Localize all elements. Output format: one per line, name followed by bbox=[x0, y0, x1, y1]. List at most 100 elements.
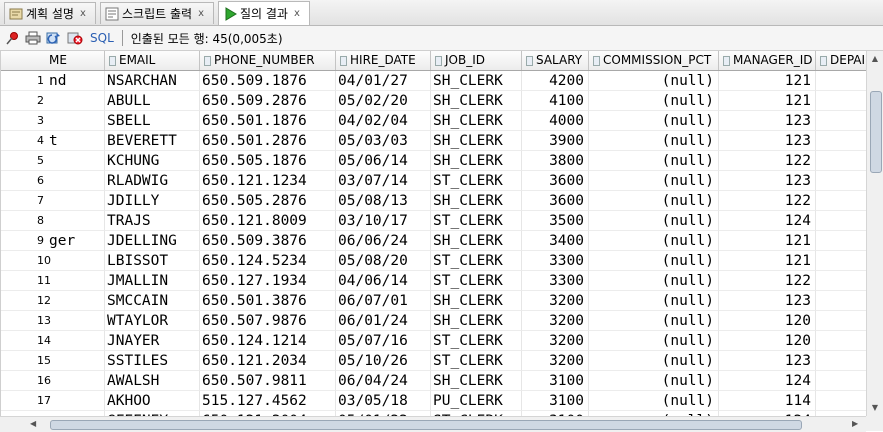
row-number-cell[interactable]: 16 bbox=[1, 371, 105, 391]
table-row[interactable]: 2 ABULL 650.509.2876 05/02/20 SH_CLERK 4100 (n… bbox=[1, 91, 867, 111]
cell-department-id[interactable] bbox=[816, 371, 867, 391]
cell-email[interactable]: ABULL bbox=[105, 91, 200, 111]
cell-salary[interactable]: 3200 bbox=[522, 351, 589, 371]
row-number-cell[interactable]: 11 bbox=[1, 271, 105, 291]
cell-phone-number[interactable]: 650.507.9876 bbox=[200, 311, 336, 331]
cell-department-id[interactable] bbox=[816, 231, 867, 251]
cell-salary[interactable]: 3300 bbox=[522, 271, 589, 291]
close-icon[interactable]: x bbox=[294, 8, 300, 19]
cell-phone-number[interactable]: 650.121.8009 bbox=[200, 211, 336, 231]
cell-salary[interactable]: 3200 bbox=[522, 291, 589, 311]
table-row[interactable]: 15 SSTILES 650.121.2034 05/10/26 ST_CLERK 320… bbox=[1, 351, 867, 371]
row-number-cell[interactable]: 6 bbox=[1, 171, 105, 191]
cell-commission-pct[interactable]: (null) bbox=[589, 151, 719, 171]
cancel-query-icon[interactable] bbox=[66, 29, 84, 47]
cell-salary[interactable]: 3600 bbox=[522, 171, 589, 191]
cell-job-id[interactable]: SH_CLERK bbox=[431, 111, 522, 131]
cell-email[interactable]: SMCCAIN bbox=[105, 291, 200, 311]
cell-phone-number[interactable]: 650.505.1876 bbox=[200, 151, 336, 171]
cell-department-id[interactable] bbox=[816, 71, 867, 91]
cell-job-id[interactable]: SH_CLERK bbox=[431, 311, 522, 331]
cell-job-id[interactable]: SH_CLERK bbox=[431, 131, 522, 151]
table-row[interactable]: ger 9 JDELLING 650.509.3876 06/06/24 SH_CLERK… bbox=[1, 231, 867, 251]
cell-email[interactable]: RLADWIG bbox=[105, 171, 200, 191]
cell-department-id[interactable] bbox=[816, 91, 867, 111]
column-header[interactable]: EMAIL bbox=[105, 51, 200, 70]
cell-commission-pct[interactable]: (null) bbox=[589, 331, 719, 351]
cell-hire-date[interactable]: 04/01/27 bbox=[336, 71, 431, 91]
cell-department-id[interactable] bbox=[816, 171, 867, 191]
cell-email[interactable]: JMALLIN bbox=[105, 271, 200, 291]
cell-commission-pct[interactable]: (null) bbox=[589, 351, 719, 371]
cell-commission-pct[interactable]: (null) bbox=[589, 91, 719, 111]
cell-hire-date[interactable]: 05/03/03 bbox=[336, 131, 431, 151]
cell-department-id[interactable] bbox=[816, 271, 867, 291]
cell-phone-number[interactable]: 650.509.2876 bbox=[200, 91, 336, 111]
print-icon[interactable] bbox=[24, 29, 42, 47]
cell-email[interactable]: BEVERETT bbox=[105, 131, 200, 151]
cell-salary[interactable]: 3800 bbox=[522, 151, 589, 171]
cell-manager-id[interactable]: 122 bbox=[719, 271, 816, 291]
row-number-cell[interactable]: 5 bbox=[1, 151, 105, 171]
row-number-cell[interactable]: t4 bbox=[1, 131, 105, 151]
cell-job-id[interactable]: SH_CLERK bbox=[431, 71, 522, 91]
table-row[interactable]: 16 AWALSH 650.507.9811 06/04/24 SH_CLERK 3100… bbox=[1, 371, 867, 391]
row-number-cell[interactable]: 12 bbox=[1, 291, 105, 311]
cell-commission-pct[interactable]: (null) bbox=[589, 371, 719, 391]
table-row[interactable]: t 4 BEVERETT 650.501.2876 05/03/03 SH_CLERK 39… bbox=[1, 131, 867, 151]
cell-commission-pct[interactable]: (null) bbox=[589, 391, 719, 411]
cell-hire-date[interactable]: 05/08/13 bbox=[336, 191, 431, 211]
cell-phone-number[interactable]: 650.121.1234 bbox=[200, 171, 336, 191]
cell-phone-number[interactable]: 650.509.3876 bbox=[200, 231, 336, 251]
cell-manager-id[interactable]: 114 bbox=[719, 391, 816, 411]
cell-department-id[interactable] bbox=[816, 151, 867, 171]
cell-hire-date[interactable]: 06/07/01 bbox=[336, 291, 431, 311]
cell-department-id[interactable] bbox=[816, 191, 867, 211]
cell-email[interactable]: AKHOO bbox=[105, 391, 200, 411]
cell-phone-number[interactable]: 650.124.5234 bbox=[200, 251, 336, 271]
cell-hire-date[interactable]: 06/06/24 bbox=[336, 231, 431, 251]
cell-commission-pct[interactable]: (null) bbox=[589, 271, 719, 291]
cell-email[interactable]: TRAJS bbox=[105, 211, 200, 231]
table-row[interactable]: 13 WTAYLOR 650.507.9876 06/01/24 SH_CLERK 320… bbox=[1, 311, 867, 331]
row-number-cell[interactable]: 14 bbox=[1, 331, 105, 351]
cell-salary[interactable]: 4100 bbox=[522, 91, 589, 111]
cell-hire-date[interactable]: 03/05/18 bbox=[336, 391, 431, 411]
cell-manager-id[interactable]: 121 bbox=[719, 251, 816, 271]
table-row[interactable]: 14 JNAYER 650.124.1214 05/07/16 ST_CLERK 3200… bbox=[1, 331, 867, 351]
cell-hire-date[interactable]: 04/06/14 bbox=[336, 271, 431, 291]
cell-commission-pct[interactable]: (null) bbox=[589, 211, 719, 231]
row-number-cell[interactable]: 8 bbox=[1, 211, 105, 231]
cell-job-id[interactable]: ST_CLERK bbox=[431, 251, 522, 271]
column-header[interactable]: DEPAI bbox=[816, 51, 867, 70]
cell-manager-id[interactable]: 124 bbox=[719, 211, 816, 231]
cell-department-id[interactable] bbox=[816, 351, 867, 371]
cell-department-id[interactable] bbox=[816, 251, 867, 271]
cell-manager-id[interactable]: 121 bbox=[719, 91, 816, 111]
cell-hire-date[interactable]: 05/02/20 bbox=[336, 91, 431, 111]
cell-salary[interactable]: 3200 bbox=[522, 331, 589, 351]
cell-job-id[interactable]: ST_CLERK bbox=[431, 331, 522, 351]
cell-phone-number[interactable]: 650.505.2876 bbox=[200, 191, 336, 211]
cell-email[interactable]: KCHUNG bbox=[105, 151, 200, 171]
cell-department-id[interactable] bbox=[816, 331, 867, 351]
cell-job-id[interactable]: SH_CLERK bbox=[431, 231, 522, 251]
vertical-scroll-thumb[interactable] bbox=[870, 91, 882, 173]
cell-manager-id[interactable]: 121 bbox=[719, 71, 816, 91]
table-row[interactable]: 11 JMALLIN 650.127.1934 04/06/14 ST_CLERK 330… bbox=[1, 271, 867, 291]
cell-phone-number[interactable]: 650.507.9811 bbox=[200, 371, 336, 391]
cell-email[interactable]: AWALSH bbox=[105, 371, 200, 391]
cell-email[interactable]: JDELLING bbox=[105, 231, 200, 251]
cell-manager-id[interactable]: 122 bbox=[719, 191, 816, 211]
cell-hire-date[interactable]: 04/02/04 bbox=[336, 111, 431, 131]
cell-manager-id[interactable]: 123 bbox=[719, 111, 816, 131]
column-header[interactable]: PHONE_NUMBER bbox=[200, 51, 336, 70]
cell-commission-pct[interactable]: (null) bbox=[589, 111, 719, 131]
cell-manager-id[interactable]: 121 bbox=[719, 231, 816, 251]
cell-email[interactable]: SBELL bbox=[105, 111, 200, 131]
cell-email[interactable]: LBISSOT bbox=[105, 251, 200, 271]
cell-job-id[interactable]: ST_CLERK bbox=[431, 271, 522, 291]
cell-salary[interactable]: 3300 bbox=[522, 251, 589, 271]
table-row[interactable]: 17 AKHOO 515.127.4562 03/05/18 PU_CLERK 3100(… bbox=[1, 391, 867, 411]
cell-commission-pct[interactable]: (null) bbox=[589, 71, 719, 91]
